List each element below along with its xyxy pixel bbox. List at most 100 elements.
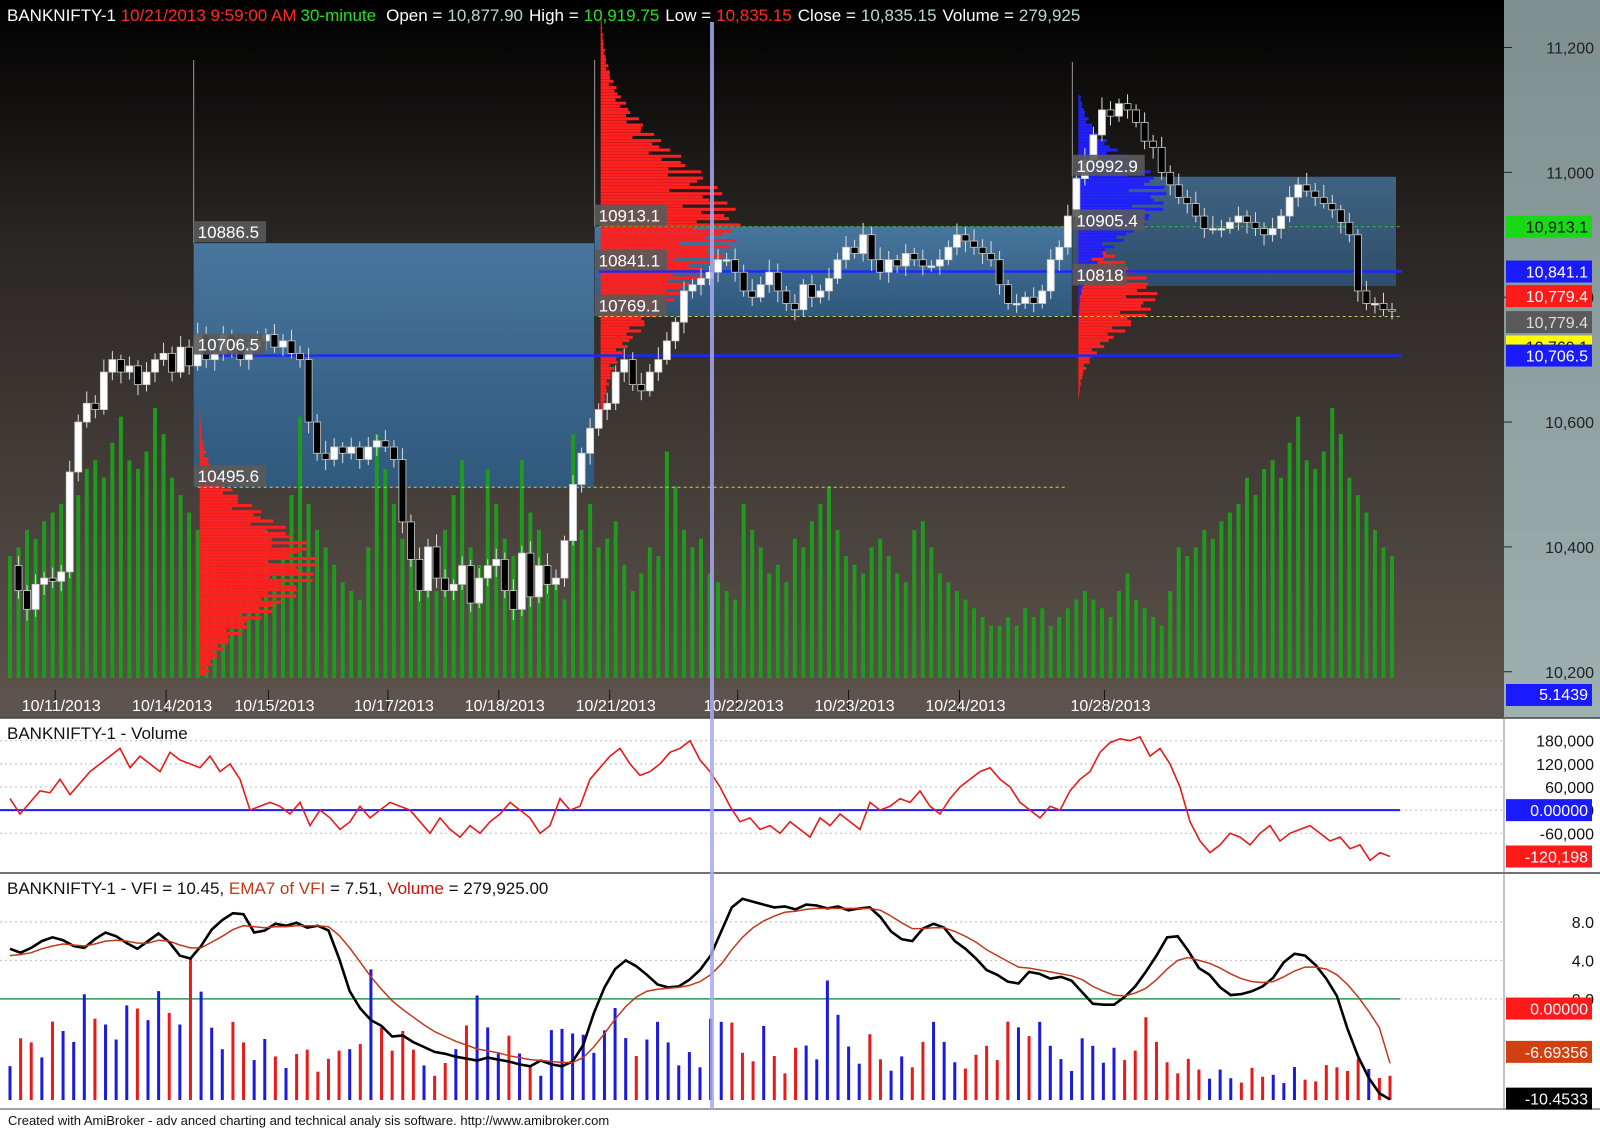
vfi-volume-bar bbox=[804, 1045, 808, 1100]
profile-bar bbox=[199, 606, 259, 610]
volume-bar bbox=[1253, 495, 1258, 678]
vfi-volume-bar bbox=[847, 1046, 851, 1100]
vfi-volume-bar bbox=[932, 1021, 936, 1100]
profile-bar bbox=[600, 360, 618, 364]
volume-bar bbox=[733, 599, 738, 678]
candle-up bbox=[654, 359, 663, 373]
candle-down bbox=[1328, 203, 1337, 211]
volume-bar bbox=[366, 547, 371, 678]
candle-down bbox=[970, 240, 978, 248]
volume-bar bbox=[170, 477, 175, 678]
vfi-volume-bar bbox=[889, 1070, 893, 1100]
vfi-volume-bar bbox=[518, 1053, 522, 1100]
candle-up bbox=[1285, 196, 1294, 217]
vfi-volume-bar bbox=[985, 1045, 989, 1100]
candle-down bbox=[185, 346, 194, 367]
profile-bar bbox=[1078, 101, 1083, 105]
profile-bar bbox=[600, 145, 660, 149]
profile-bar bbox=[600, 98, 616, 102]
candle-down bbox=[415, 558, 424, 592]
price-marker-label: 10,779.4 bbox=[1526, 315, 1588, 332]
volume-bar bbox=[1287, 442, 1292, 678]
profile-bar bbox=[1078, 295, 1080, 299]
profile-bar bbox=[1078, 395, 1079, 399]
profile-bar bbox=[199, 447, 205, 451]
candle-down bbox=[117, 359, 125, 373]
vfi-volume-bar bbox=[836, 1014, 840, 1100]
vfi-volume-bar bbox=[1208, 1078, 1212, 1100]
cursor-line[interactable] bbox=[710, 22, 714, 1109]
profile-bar bbox=[199, 510, 261, 514]
vfi-volume-bar bbox=[337, 1050, 341, 1100]
candle-down bbox=[321, 452, 330, 460]
header-close-value: 10,835.15 bbox=[861, 6, 937, 25]
volume-bar bbox=[912, 529, 917, 678]
candle-up bbox=[1098, 109, 1106, 136]
vfi-volume-bar bbox=[1377, 1077, 1381, 1100]
candle-down bbox=[918, 259, 927, 267]
volume-bar bbox=[178, 495, 183, 678]
candle-up bbox=[330, 446, 339, 460]
vfi-volume-bar bbox=[783, 1073, 787, 1100]
profile-bar bbox=[1078, 176, 1154, 180]
profile-bar bbox=[600, 382, 610, 386]
candle-up bbox=[884, 259, 893, 273]
price-tick-label: 10,200 bbox=[1545, 665, 1594, 682]
volume-bar bbox=[536, 529, 541, 678]
volume-bar bbox=[391, 503, 396, 678]
date-tick-label: 10/23/2013 bbox=[815, 698, 895, 715]
vfi-volume-bar bbox=[475, 995, 479, 1100]
candle-up bbox=[99, 371, 108, 410]
profile-bar bbox=[199, 435, 203, 439]
vfi-volume-bar bbox=[263, 1039, 267, 1100]
vfi-volume-bar bbox=[1229, 1078, 1233, 1100]
candle-up bbox=[722, 259, 731, 262]
vfi-legend-part: EMA7 of VFI bbox=[229, 879, 325, 898]
volume-bar bbox=[818, 503, 823, 678]
profile-bar bbox=[199, 419, 201, 423]
header-symbol: BANKNIFTY-1 bbox=[7, 6, 116, 25]
profile-bar bbox=[600, 323, 645, 327]
vfi-volume-bar bbox=[1091, 1045, 1095, 1100]
candle-down bbox=[1029, 296, 1038, 304]
candle-down bbox=[389, 446, 398, 460]
vfi-volume-bar bbox=[772, 1055, 776, 1100]
profile-bar bbox=[1078, 379, 1081, 383]
vfi-volume-bar bbox=[602, 1030, 606, 1100]
candle-down bbox=[1336, 209, 1345, 223]
profile-bar bbox=[600, 276, 704, 280]
vfi-marker-label: 0.00000 bbox=[1530, 1002, 1588, 1019]
date-tick-label: 10/28/2013 bbox=[1070, 698, 1150, 715]
volume-bar bbox=[980, 617, 985, 678]
candle-down bbox=[1149, 140, 1158, 148]
candle-up bbox=[535, 565, 543, 598]
profile-bar bbox=[199, 622, 245, 626]
candle-down bbox=[14, 565, 23, 592]
candle-down bbox=[1345, 221, 1354, 236]
profile-bar bbox=[1078, 117, 1089, 121]
vfi-volume-bar bbox=[900, 1056, 904, 1100]
vfi-volume-bar bbox=[157, 991, 161, 1100]
volume-bar bbox=[1125, 573, 1130, 678]
vfi-volume-bar bbox=[1154, 1041, 1158, 1100]
profile-bar bbox=[1078, 242, 1103, 246]
candle-down bbox=[500, 558, 509, 592]
profile-bar bbox=[600, 192, 723, 196]
profile-bar bbox=[199, 488, 233, 492]
profile-bar bbox=[199, 422, 201, 426]
profile-bar bbox=[600, 242, 680, 246]
profile-bar bbox=[600, 132, 654, 136]
volume-bar bbox=[1202, 529, 1207, 678]
vfi-volume-bar bbox=[921, 1041, 925, 1100]
volume-bar bbox=[826, 486, 831, 678]
profile-bar bbox=[1078, 292, 1082, 296]
vfi-volume-bar bbox=[878, 1059, 882, 1100]
volume-panel-bg[interactable] bbox=[0, 718, 1504, 873]
candle-up bbox=[31, 583, 40, 610]
vfi-volume-bar bbox=[326, 1058, 330, 1100]
volume-bar bbox=[664, 451, 669, 678]
candle-down bbox=[338, 446, 347, 454]
volume-bar bbox=[340, 582, 345, 678]
profile-bar bbox=[1078, 120, 1087, 124]
vfi-volume-bar bbox=[40, 1057, 44, 1100]
